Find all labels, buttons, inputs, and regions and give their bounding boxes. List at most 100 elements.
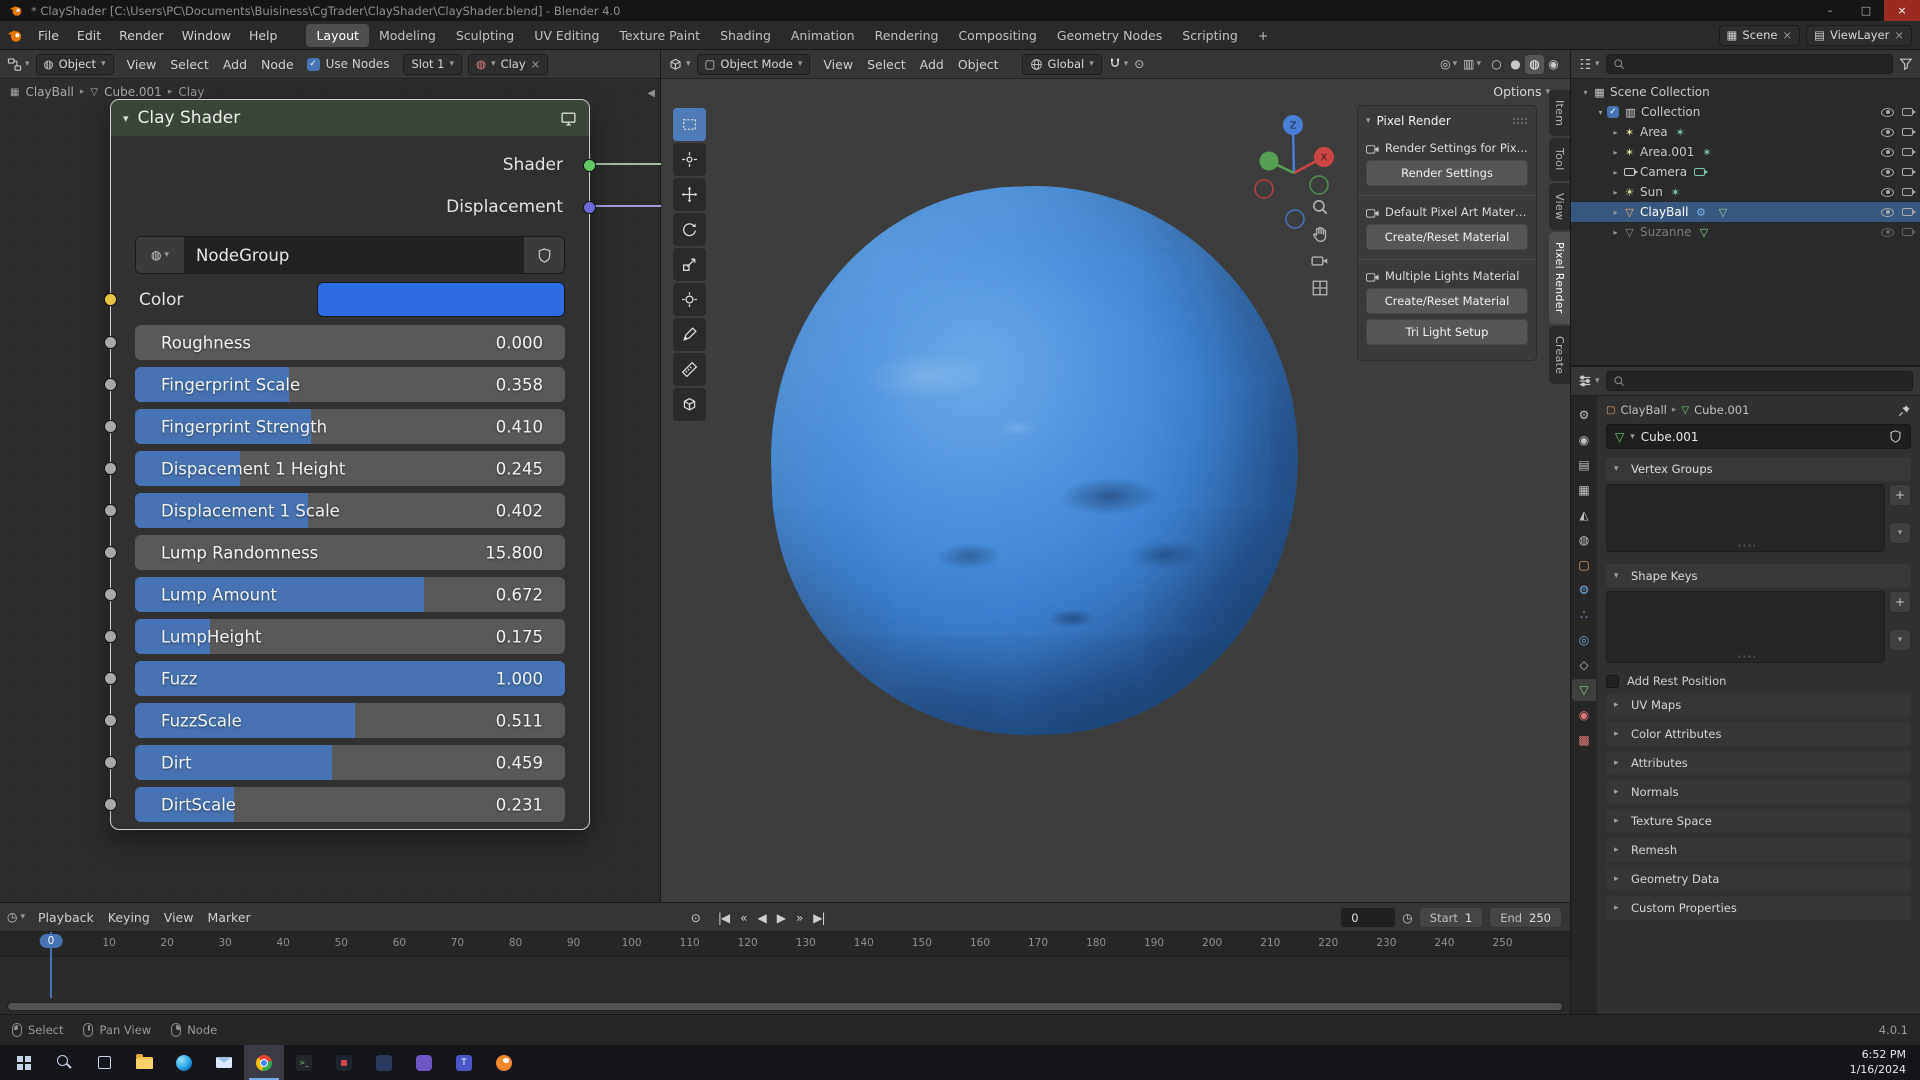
- panel-remesh[interactable]: ▸ Remesh: [1606, 838, 1911, 862]
- color-swatch[interactable]: [317, 282, 565, 317]
- subpanel-heading[interactable]: Multiple Lights Material: [1366, 269, 1528, 283]
- options-button[interactable]: Options ▾: [1493, 84, 1550, 99]
- disable-in-render-icon[interactable]: [1902, 228, 1916, 236]
- breadcrumb-item[interactable]: Clay: [178, 85, 204, 99]
- mode-dropdown[interactable]: ▢ Object Mode ▾: [696, 53, 811, 75]
- blender-menu-icon[interactable]: [8, 28, 23, 43]
- specials-menu-button[interactable]: ▾: [1889, 629, 1911, 651]
- tool-rotate[interactable]: [673, 213, 706, 246]
- input-socket[interactable]: [104, 798, 117, 811]
- panel-vertex-groups[interactable]: ▾ Vertex Groups: [1606, 457, 1911, 481]
- sidebar-tab-create[interactable]: Create: [1549, 325, 1570, 385]
- jump-to-end-button[interactable]: ▶|: [813, 911, 825, 925]
- panel-color-attributes[interactable]: ▸ Color Attributes: [1606, 722, 1911, 746]
- outliner-row-collection[interactable]: ▾ ✓ ▥ Collection: [1571, 102, 1920, 122]
- slot-dropdown[interactable]: Slot 1 ▾: [403, 53, 462, 75]
- breadcrumb-item[interactable]: ClayBall: [25, 85, 73, 99]
- taskbar-app-2-icon[interactable]: [324, 1045, 364, 1080]
- properties-search-input[interactable]: [1605, 371, 1913, 391]
- collapse-panel-icon[interactable]: ▾: [1366, 116, 1371, 126]
- node-slider-fingerprint-scale[interactable]: Fingerprint Scale 0.358: [104, 367, 565, 402]
- unlink-material-icon[interactable]: ×: [531, 57, 541, 71]
- end-frame-field[interactable]: End 250: [1489, 907, 1562, 928]
- pin-icon[interactable]: [1898, 404, 1911, 417]
- input-socket[interactable]: [104, 504, 117, 517]
- disclosure-icon[interactable]: ▾: [1594, 108, 1607, 117]
- editor-type-icon[interactable]: ◷ ▾: [7, 910, 25, 924]
- menu-window[interactable]: Window: [173, 25, 240, 46]
- shape-keys-list[interactable]: [1606, 591, 1885, 663]
- panel-uv-maps[interactable]: ▸ UV Maps: [1606, 693, 1911, 717]
- shading-material-icon[interactable]: ◍: [1525, 54, 1544, 74]
- shader-editor[interactable]: ▾ ◍ Object ▾ View Select Add Node ✓ Use Nod…: [0, 50, 661, 902]
- timeline-ruler[interactable]: 0 10 20 30 40 50 60 70 80 90 100 110 120 130 140 150 160…: [0, 932, 1570, 957]
- 3d-viewport[interactable]: ▾ ▢ Object Mode ▾ View Select Add Object Gl…: [661, 50, 1571, 902]
- hide-in-viewport-icon[interactable]: [1881, 207, 1894, 217]
- node-slider-displacement-1-scale[interactable]: Displacement 1 Scale 0.402: [104, 493, 565, 528]
- minimize-button[interactable]: –: [1812, 0, 1848, 21]
- taskbar-edge-icon[interactable]: [164, 1045, 204, 1080]
- timeline-editor[interactable]: ◷ ▾ Playback Keying View Marker ⊙ |◀ « ◀ ▶ »…: [0, 902, 1571, 1014]
- remove-viewlayer-icon[interactable]: ×: [1894, 28, 1904, 42]
- input-socket[interactable]: [104, 462, 117, 475]
- taskbar-task-view-icon[interactable]: [84, 1045, 124, 1080]
- tool-annotate[interactable]: [673, 318, 706, 351]
- play-reverse-button[interactable]: ◀: [757, 911, 766, 925]
- workspace-tab-compositing[interactable]: Compositing: [948, 24, 1046, 47]
- tool-move[interactable]: [673, 178, 706, 211]
- unlink-scene-icon[interactable]: ×: [1782, 28, 1792, 42]
- collapse-node-icon[interactable]: ▾: [123, 112, 129, 125]
- taskbar-mail-icon[interactable]: [204, 1045, 244, 1080]
- panel-geometry-data[interactable]: ▸ Geometry Data: [1606, 867, 1911, 891]
- outliner[interactable]: ▾ ▾ ▦ Scene Collection ▾ ✓ ▥ Collection ▸ ✶ Area…: [1571, 50, 1920, 366]
- taskbar-app-3-icon[interactable]: [364, 1045, 404, 1080]
- sidebar-tab-view[interactable]: View: [1549, 182, 1570, 231]
- hide-in-viewport-icon[interactable]: [1881, 227, 1894, 237]
- outliner-row-camera[interactable]: ▸ Camera: [1571, 162, 1920, 182]
- menu-add[interactable]: Add: [913, 54, 951, 75]
- tool-add-cube[interactable]: [673, 388, 706, 421]
- panel-shape-keys[interactable]: ▾ Shape Keys: [1606, 564, 1911, 588]
- breadcrumb-item[interactable]: Cube.001: [104, 85, 162, 99]
- shading-wireframe-icon[interactable]: ○: [1487, 55, 1506, 74]
- node-slider-fuzz[interactable]: Fuzz 1.000: [104, 661, 565, 696]
- camera-view-icon[interactable]: [1311, 252, 1329, 270]
- group-browse-button[interactable]: ◍ ▾: [136, 237, 184, 273]
- node-slider-lump-randomness[interactable]: Lump Randomness 15.800: [104, 535, 565, 570]
- datablock-name-field[interactable]: ▽ ▾ Cube.001: [1606, 424, 1911, 449]
- viewlayer-selector[interactable]: ▤ ViewLayer ×: [1806, 24, 1912, 46]
- disable-in-render-icon[interactable]: [1902, 168, 1916, 176]
- use-preview-range-icon[interactable]: ◷: [1402, 911, 1412, 925]
- snap-magnet-icon[interactable]: ▾: [1108, 57, 1128, 71]
- properties-tab-tool[interactable]: ⚙: [1572, 404, 1596, 426]
- panel-grip[interactable]: [1512, 117, 1528, 125]
- orientation-dropdown[interactable]: Global ▾: [1021, 53, 1102, 75]
- properties-tab-particles[interactable]: ∴: [1572, 604, 1596, 626]
- menu-node[interactable]: Node: [254, 54, 301, 75]
- menu-render[interactable]: Render: [110, 25, 173, 46]
- timeline-track[interactable]: [0, 957, 1570, 998]
- taskbar-file-explorer-icon[interactable]: [124, 1045, 164, 1080]
- menu-object[interactable]: Object: [951, 54, 1006, 75]
- input-socket[interactable]: [104, 630, 117, 643]
- hide-in-viewport-icon[interactable]: [1881, 107, 1894, 117]
- output-socket[interactable]: [583, 158, 596, 172]
- disclosure-icon[interactable]: ▾: [1579, 88, 1592, 97]
- panel-normals[interactable]: ▸ Normals: [1606, 780, 1911, 804]
- render-settings-button[interactable]: Render Settings: [1366, 160, 1528, 186]
- hide-in-viewport-icon[interactable]: [1881, 147, 1894, 157]
- disable-in-render-icon[interactable]: [1902, 208, 1916, 216]
- subpanel-heading[interactable]: Render Settings for Pix...: [1366, 141, 1528, 155]
- add-workspace-tab[interactable]: +: [1248, 24, 1278, 47]
- workspace-tab-geometry-nodes[interactable]: Geometry Nodes: [1047, 24, 1172, 47]
- input-socket[interactable]: [104, 672, 117, 685]
- output-socket[interactable]: [583, 200, 596, 214]
- properties-tab-constraints[interactable]: ◇: [1572, 654, 1596, 676]
- use-nodes-checkbox[interactable]: ✓: [306, 57, 320, 71]
- workspace-tab-shading[interactable]: Shading: [710, 24, 781, 47]
- taskbar-clock[interactable]: 6:52 PM 1/16/2024: [1850, 1048, 1920, 1077]
- breadcrumb-item[interactable]: Cube.001: [1694, 403, 1749, 417]
- input-socket[interactable]: [104, 588, 117, 601]
- taskbar-start-icon[interactable]: [4, 1045, 44, 1080]
- play-button[interactable]: ▶: [777, 911, 786, 925]
